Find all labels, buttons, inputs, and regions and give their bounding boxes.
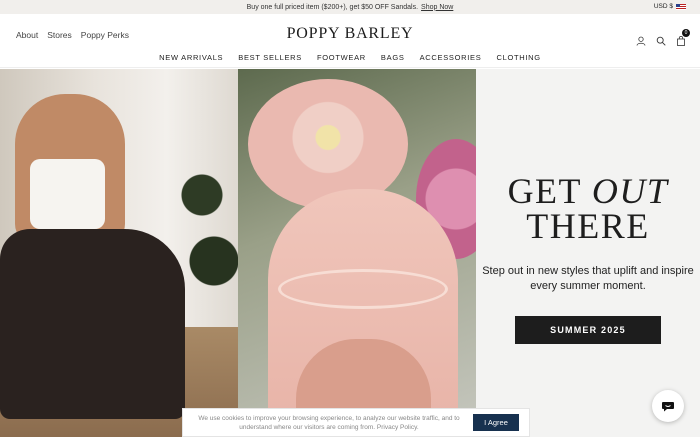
nav-best-sellers[interactable]: BEST SELLERS <box>238 53 302 62</box>
hero-shoe-photo <box>238 69 476 437</box>
account-icon[interactable] <box>636 33 646 51</box>
cookie-banner: We use cookies to improve your browsing … <box>182 408 530 437</box>
nav-new-arrivals[interactable]: NEW ARRIVALS <box>159 53 223 62</box>
announcement-bar: Buy one full priced item ($200+), get $5… <box>0 0 700 14</box>
hero-banner: GET OUT THERE Step out in new styles tha… <box>0 69 700 437</box>
nav-bags[interactable]: BAGS <box>381 53 405 62</box>
site-header: About Stores Poppy Perks POPPY BARLEY 0 … <box>0 14 700 68</box>
us-flag-icon <box>676 3 686 10</box>
hero-headline: GET OUT THERE <box>507 171 669 246</box>
nav-footwear[interactable]: FOOTWEAR <box>317 53 366 62</box>
main-nav: NEW ARRIVALS BEST SELLERS FOOTWEAR BAGS … <box>0 53 700 62</box>
cookie-message: We use cookies to improve your browsing … <box>198 414 460 431</box>
chat-icon[interactable] <box>652 390 684 422</box>
hero-model-photo <box>0 69 238 437</box>
nav-accessories[interactable]: ACCESSORIES <box>420 53 482 62</box>
cookie-agree-button[interactable]: I Agree <box>473 414 519 431</box>
currency-label: USD $ <box>653 3 673 10</box>
hero-promo: GET OUT THERE Step out in new styles tha… <box>476 69 700 437</box>
search-icon[interactable] <box>656 33 666 51</box>
site-logo[interactable]: POPPY BARLEY <box>0 25 700 43</box>
hero-subtext: Step out in new styles that uplift and i… <box>482 265 694 292</box>
announcement-text: Buy one full priced item ($200+), get $5… <box>246 3 419 11</box>
summer-2025-button[interactable]: SUMMER 2025 <box>515 316 661 344</box>
nav-clothing[interactable]: CLOTHING <box>496 53 540 62</box>
cart-count-badge: 0 <box>682 29 690 37</box>
currency-selector[interactable]: USD $ <box>654 3 686 10</box>
header-icons: 0 <box>636 29 690 51</box>
cart-icon[interactable]: 0 <box>676 29 690 51</box>
shop-now-link[interactable]: Shop Now <box>421 4 453 11</box>
